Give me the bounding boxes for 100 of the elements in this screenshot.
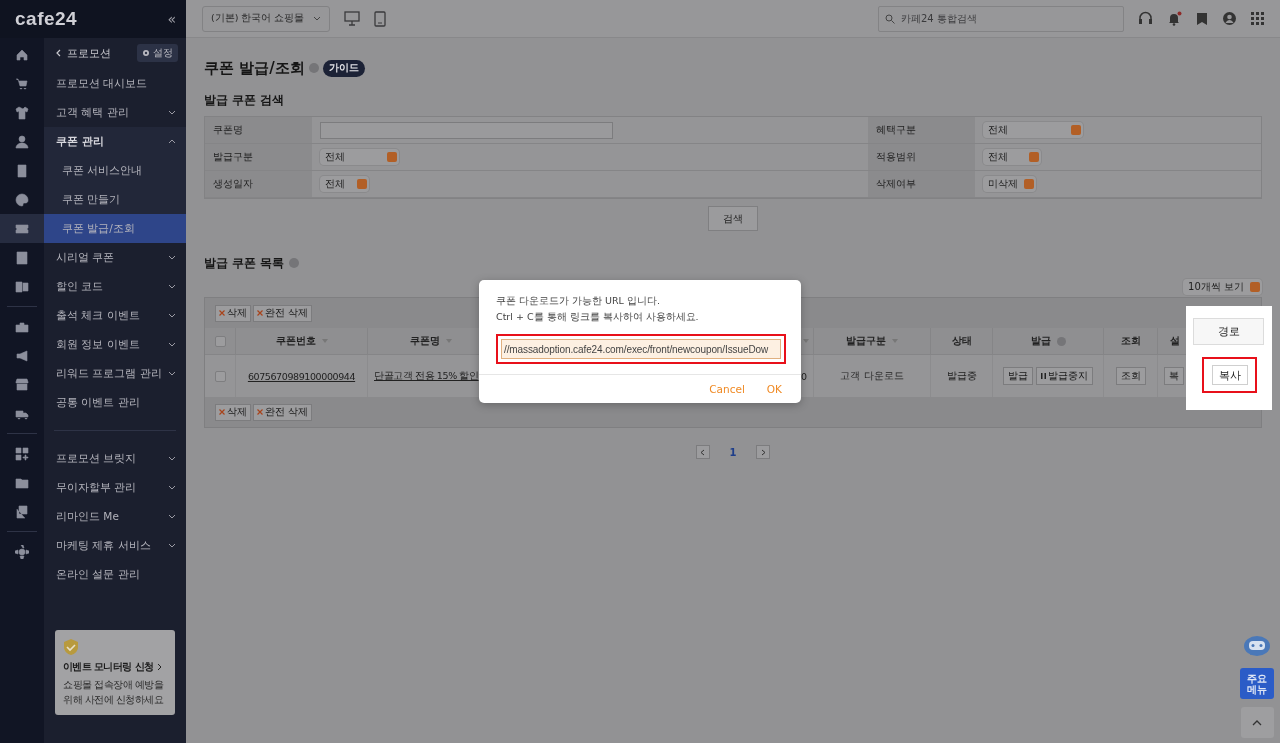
- coupon-name-link[interactable]: 단골고객 전용 15% 할인: [374, 369, 479, 383]
- url-field[interactable]: //massadoption.cafe24.com/exec/front/newcoupon/IssueDow: [501, 339, 781, 359]
- copy-icon[interactable]: [15, 504, 29, 519]
- menu-item[interactable]: 고객 혜택 관리: [44, 98, 186, 127]
- user-icon[interactable]: [1222, 11, 1237, 26]
- shirt-icon[interactable]: [15, 105, 29, 120]
- folder-icon[interactable]: [15, 475, 29, 490]
- guide-badge[interactable]: 가이드: [322, 59, 365, 77]
- column-header: 경로: [1193, 318, 1264, 345]
- prev-page-button[interactable]: [695, 445, 710, 459]
- close-icon: [257, 409, 263, 415]
- chevron-right-icon: [761, 448, 766, 456]
- chevron-down-icon: [168, 342, 176, 347]
- store-icon[interactable]: [15, 377, 29, 392]
- page-title: 쿠폰 발급/조회: [204, 58, 305, 78]
- chart-icon[interactable]: [15, 250, 29, 265]
- delete-button[interactable]: 삭제: [215, 403, 251, 421]
- chevron-down-icon: [168, 284, 176, 289]
- copy-button[interactable]: 복: [1164, 367, 1184, 385]
- ticket-icon[interactable]: [15, 221, 29, 236]
- shield-check-icon: [63, 638, 79, 656]
- submenu-item[interactable]: 쿠폰 만들기: [44, 185, 186, 214]
- doc-icon[interactable]: [15, 163, 29, 178]
- search-icon: [885, 13, 895, 24]
- close-icon: [219, 310, 225, 316]
- field-label: 혜택구분: [868, 117, 975, 144]
- stop-issue-button[interactable]: 발급중지: [1036, 367, 1093, 385]
- section-title: 발급 쿠폰 목록: [204, 254, 285, 272]
- menu-item[interactable]: 할인 코드: [44, 272, 186, 301]
- menu-item[interactable]: 프로모션 대시보드: [44, 69, 186, 98]
- bell-icon[interactable]: [1167, 11, 1182, 26]
- menu-item[interactable]: 공통 이벤트 관리: [44, 388, 186, 417]
- field-label: 발급구분: [205, 144, 312, 171]
- select-field[interactable]: 미삭제: [983, 176, 1036, 192]
- select-all-checkbox[interactable]: [214, 335, 226, 347]
- person-icon[interactable]: [15, 134, 29, 149]
- menu-item[interactable]: 온라인 설문 관리: [44, 560, 186, 589]
- menu-item[interactable]: 쿠폰 관리: [44, 127, 186, 156]
- main-menu-button[interactable]: 주요 메뉴: [1240, 668, 1274, 699]
- menu-item[interactable]: 무이자할부 관리: [44, 473, 186, 502]
- select-field[interactable]: 전체: [983, 149, 1041, 165]
- menu-item[interactable]: 시리얼 쿠폰: [44, 243, 186, 272]
- toolbox-icon[interactable]: [15, 319, 29, 334]
- menu-item[interactable]: 회원 정보 이벤트: [44, 330, 186, 359]
- page-size-select[interactable]: 10개씩 보기: [1183, 279, 1262, 295]
- tablet-icon[interactable]: [374, 10, 386, 27]
- cart-icon[interactable]: [15, 76, 29, 91]
- submenu-item[interactable]: 쿠폰 서비스안내: [44, 156, 186, 185]
- collapse-button[interactable]: «: [167, 11, 176, 27]
- row-checkbox[interactable]: [214, 370, 226, 382]
- gear-icon[interactable]: [15, 544, 29, 559]
- issue-button[interactable]: 발급: [1003, 367, 1033, 385]
- delete-button[interactable]: 삭제: [215, 304, 251, 322]
- back-link[interactable]: 프로모션: [56, 45, 111, 61]
- column-header: 설: [1170, 334, 1180, 348]
- view-button[interactable]: 조회: [1115, 367, 1146, 385]
- chevron-up-icon: [168, 139, 176, 144]
- column-header: 쿠폰번호: [275, 334, 316, 348]
- select-field[interactable]: 전체: [320, 149, 399, 165]
- column-header: 쿠폰명: [409, 334, 440, 348]
- close-icon: [219, 409, 225, 415]
- select-field[interactable]: 전체: [983, 122, 1083, 138]
- palette-icon[interactable]: [15, 192, 29, 207]
- search-button[interactable]: 검색: [708, 206, 758, 231]
- menu-item[interactable]: 리마인드 Me: [44, 502, 186, 531]
- column-header: 발급구분: [846, 334, 886, 348]
- copy-button[interactable]: 복사: [1211, 365, 1248, 385]
- megaphone-icon[interactable]: [15, 348, 29, 363]
- delete-button[interactable]: 완전 삭제: [253, 304, 313, 322]
- home-icon[interactable]: [15, 47, 29, 62]
- apps-icon[interactable]: [15, 446, 29, 461]
- card-title[interactable]: 이벤트 모니터링 신청: [63, 660, 154, 674]
- logo[interactable]: cafe24: [15, 8, 78, 30]
- bookmark-icon[interactable]: [1196, 11, 1208, 26]
- column-header: 발급: [1030, 334, 1051, 348]
- headset-icon[interactable]: [1138, 11, 1153, 26]
- dialog-message: 쿠폰 다운로드가 가능한 URL 입니다.: [496, 295, 661, 308]
- submenu-item[interactable]: 쿠폰 발급/조회: [44, 214, 186, 243]
- chevron-up-icon: [1252, 719, 1262, 726]
- chevron-down-icon: [168, 110, 176, 115]
- desktop-icon[interactable]: [344, 11, 360, 26]
- close-icon: [257, 310, 263, 316]
- next-page-button[interactable]: [756, 445, 771, 459]
- chevron-down-icon: [168, 255, 176, 260]
- pause-icon: [1041, 373, 1046, 379]
- menu-item[interactable]: 리워드 프로그램 관리: [44, 359, 186, 388]
- delete-button[interactable]: 완전 삭제: [253, 403, 313, 421]
- shop-select[interactable]: (기본) 한국어 쇼핑몰: [202, 5, 330, 32]
- gear-icon: [142, 49, 150, 57]
- select-field[interactable]: 전체: [320, 176, 369, 192]
- chevron-left-icon: [56, 48, 61, 57]
- coupon-name-field[interactable]: [320, 121, 613, 139]
- menu-item[interactable]: 마케팅 제휴 서비스: [44, 531, 186, 560]
- apps-grid-icon[interactable]: [1251, 12, 1264, 25]
- menu-item[interactable]: 프로모션 브릿지: [44, 444, 186, 473]
- sheet-icon[interactable]: [15, 279, 29, 294]
- menu-item[interactable]: 출석 체크 이벤트: [44, 301, 186, 330]
- settings-button[interactable]: 설정: [137, 44, 178, 62]
- search-field[interactable]: 카페24 통합검색: [878, 5, 1124, 32]
- coupon-number-link[interactable]: 6075670989100000944: [247, 370, 356, 382]
